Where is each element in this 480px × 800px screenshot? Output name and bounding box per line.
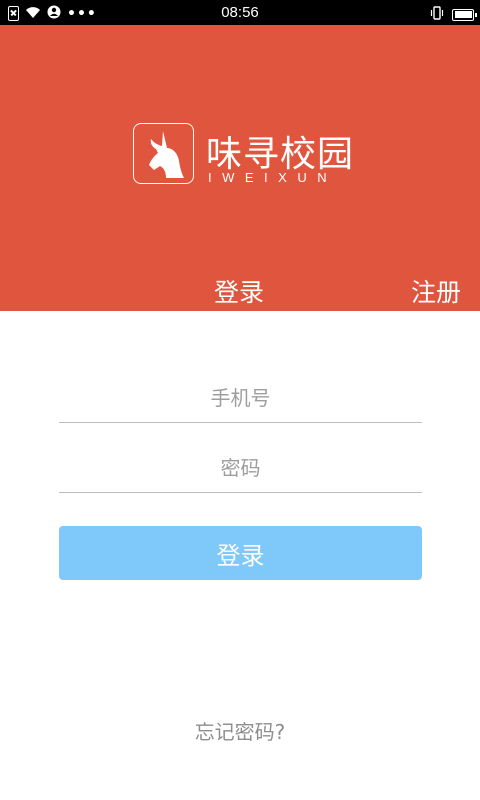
tab-register[interactable]: 注册 <box>411 273 461 309</box>
vibrate-icon <box>430 5 444 24</box>
tab-login[interactable]: 登录 <box>214 273 264 309</box>
header-banner: 味寻校园 IWEIXUN 登录 注册 <box>0 25 480 311</box>
status-time: 08:56 <box>221 4 259 21</box>
battery-icon <box>452 8 477 21</box>
login-screen: ••• 08:56 味寻校园 IWEIXUN 登录 注册 手机号 登录 忘记密码… <box>0 0 480 800</box>
app-subtitle: IWEIXUN <box>208 170 338 185</box>
app-logo <box>133 123 194 184</box>
password-field-container <box>59 443 422 493</box>
login-button[interactable]: 登录 <box>59 526 422 580</box>
status-bar: ••• 08:56 <box>0 0 480 25</box>
forgot-password-link[interactable]: 忘记密码? <box>0 716 480 745</box>
phone-input[interactable] <box>59 373 422 422</box>
password-input[interactable] <box>59 443 422 492</box>
status-bar-right <box>430 5 477 24</box>
phone-field-container <box>59 373 422 423</box>
unicorn-icon <box>149 131 184 178</box>
